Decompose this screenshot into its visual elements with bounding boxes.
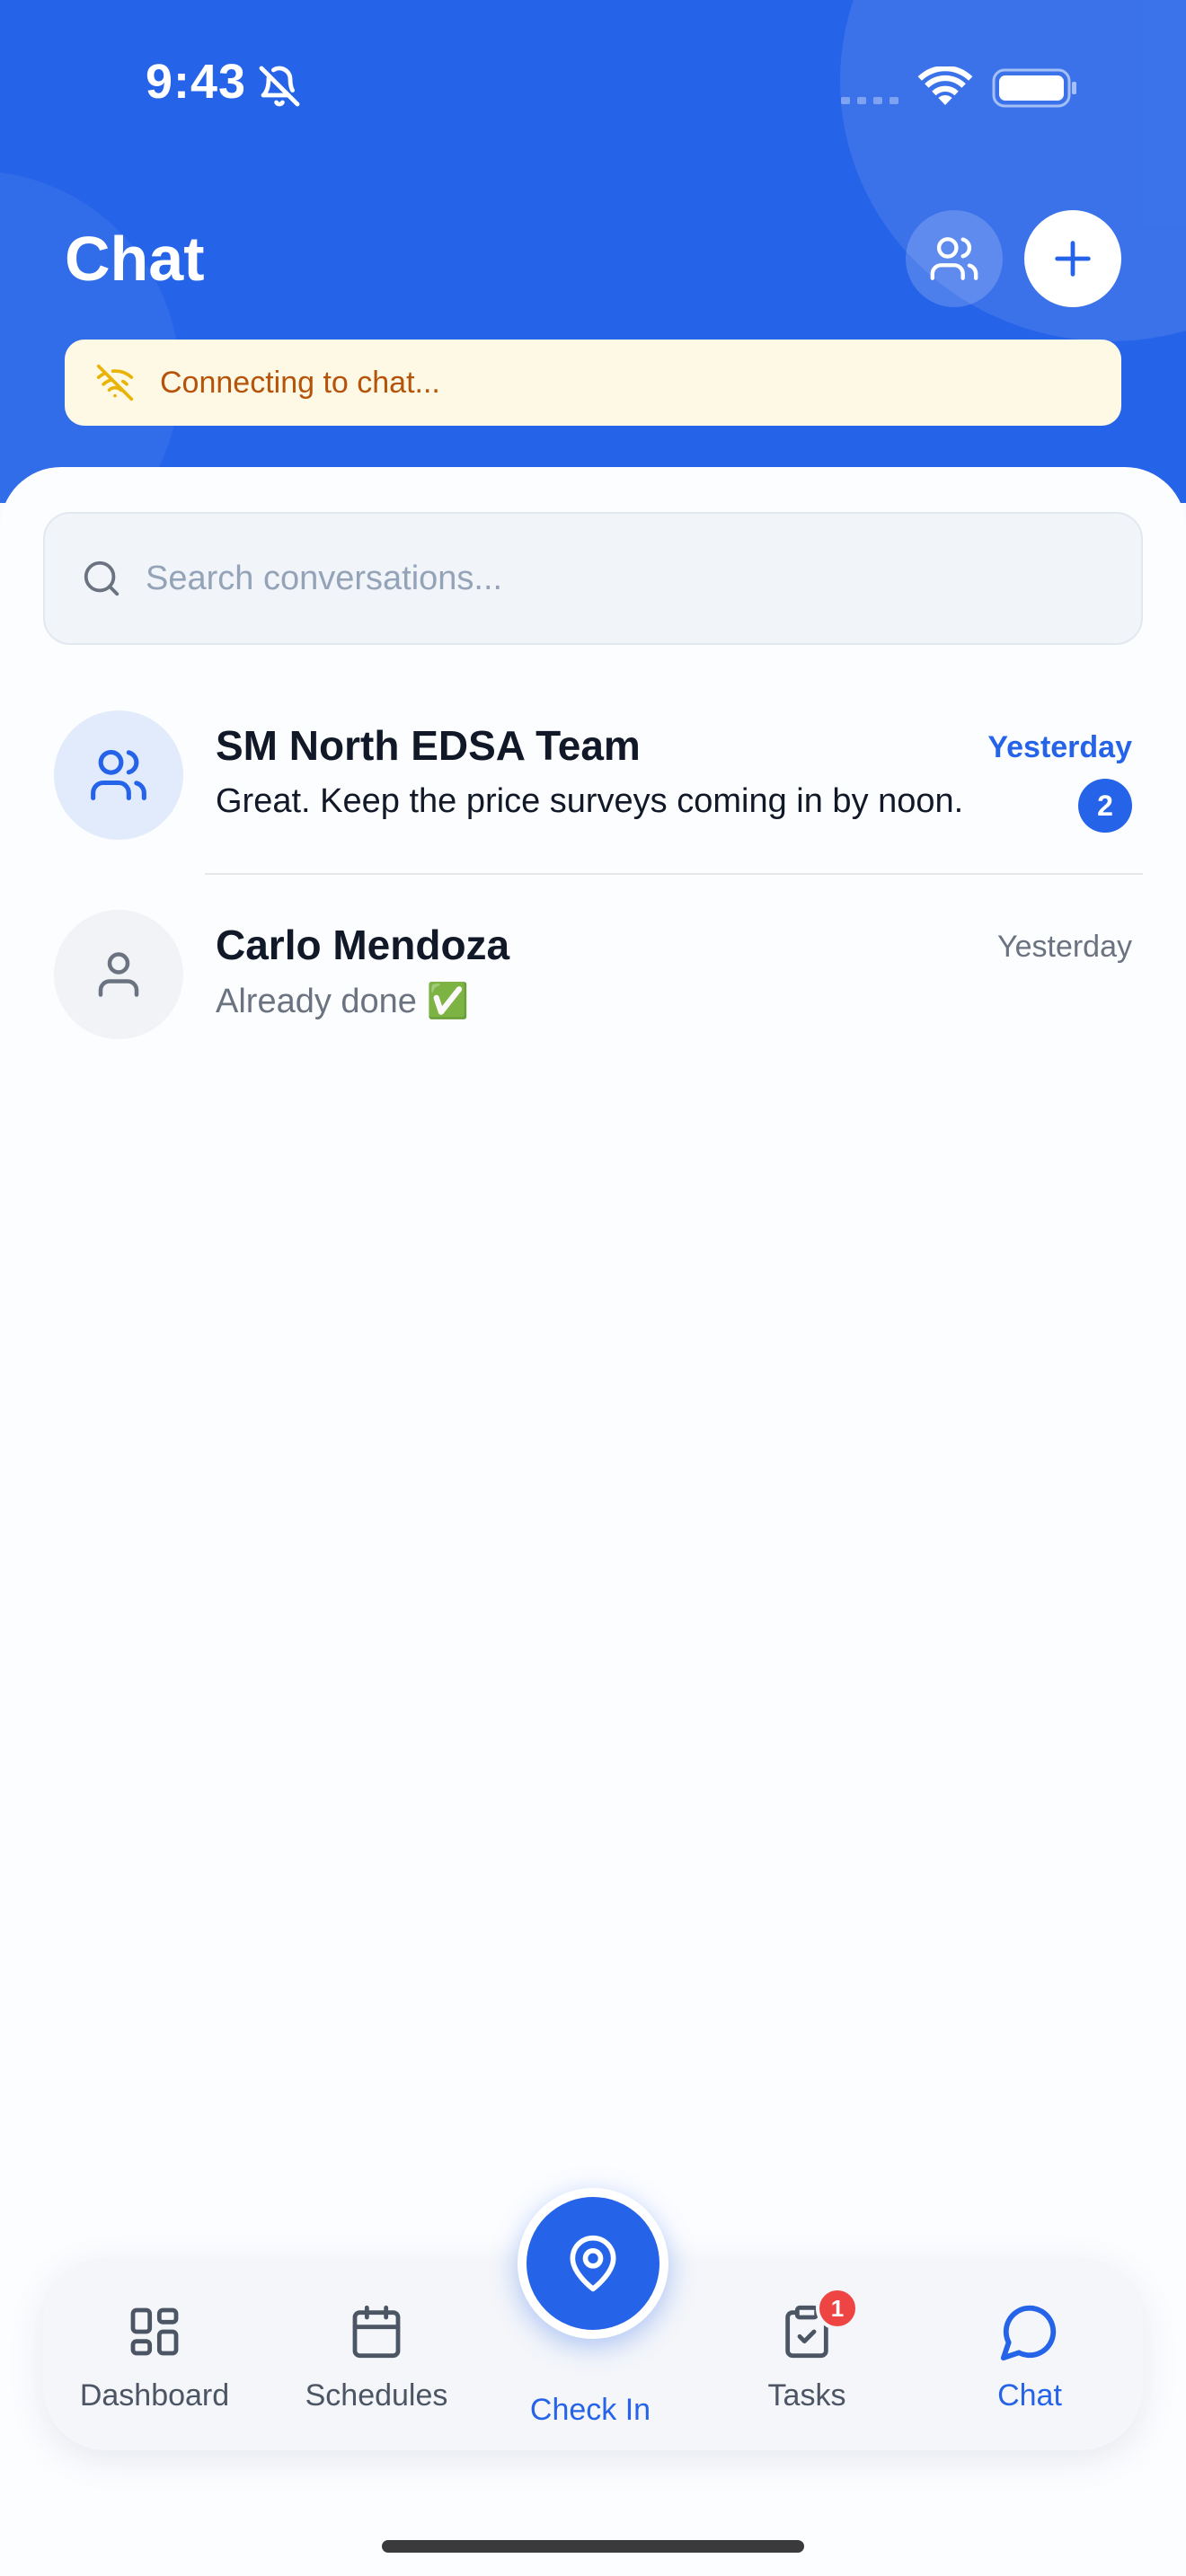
wifi-off-icon	[95, 363, 135, 402]
tab-chat[interactable]: Chat	[926, 2258, 1133, 2450]
conversation-item[interactable]: Carlo Mendoza Yesterday Already done ✅	[0, 895, 1186, 1075]
tab-label: Tasks	[767, 2378, 846, 2413]
grid-icon	[126, 2299, 183, 2364]
connection-banner: Connecting to chat...	[65, 340, 1121, 426]
connection-status-text: Connecting to chat...	[160, 365, 440, 400]
conversation-name: Carlo Mendoza	[216, 922, 510, 968]
check-in-button[interactable]	[518, 2188, 668, 2339]
home-indicator	[382, 2540, 804, 2553]
header-decoration	[0, 171, 180, 503]
map-pin-icon	[570, 2235, 616, 2292]
page-title: Chat	[65, 224, 205, 294]
group-avatar	[54, 710, 183, 840]
bell-off-icon	[258, 65, 301, 112]
conversation-item[interactable]: SM North EDSA Team Yesterday Great. Keep…	[0, 696, 1186, 876]
conversation-preview: Great. Keep the price surveys coming in …	[216, 782, 964, 820]
clipboard-check-icon: 1	[778, 2287, 859, 2364]
user-avatar	[54, 910, 183, 1039]
user-icon	[98, 952, 139, 997]
search-bar[interactable]	[43, 512, 1143, 645]
header-decoration	[840, 0, 1186, 341]
chat-bubble-icon	[998, 2299, 1061, 2364]
conversation-time: Yesterday	[987, 730, 1132, 764]
tasks-badge: 1	[816, 2287, 859, 2330]
calendar-icon	[348, 2299, 405, 2364]
cellular-signal-icon	[841, 94, 904, 110]
tab-dashboard[interactable]: Dashboard	[51, 2258, 258, 2450]
tab-label: Check In	[529, 2393, 651, 2427]
tab-schedules[interactable]: Schedules	[273, 2258, 480, 2450]
tab-label: Dashboard	[79, 2378, 230, 2413]
users-icon	[930, 237, 978, 280]
battery-icon	[992, 68, 1078, 112]
search-input[interactable]	[146, 559, 1089, 598]
contacts-button[interactable]	[906, 210, 1003, 307]
search-icon	[81, 558, 122, 599]
new-chat-button[interactable]	[1024, 210, 1121, 307]
conversation-preview: Already done ✅	[216, 983, 469, 1020]
group-icon	[91, 749, 146, 801]
conversation-time: Yesterday	[997, 930, 1132, 964]
unread-badge: 2	[1078, 779, 1132, 833]
tab-label: Schedules	[305, 2378, 448, 2413]
status-time: 9:43	[146, 55, 247, 109]
conversation-name: SM North EDSA Team	[216, 722, 641, 769]
divider	[205, 873, 1143, 875]
tab-label: Chat	[997, 2378, 1062, 2413]
plus-icon	[1055, 241, 1091, 277]
wifi-icon	[916, 65, 974, 114]
tab-tasks[interactable]: 1 Tasks	[704, 2258, 910, 2450]
